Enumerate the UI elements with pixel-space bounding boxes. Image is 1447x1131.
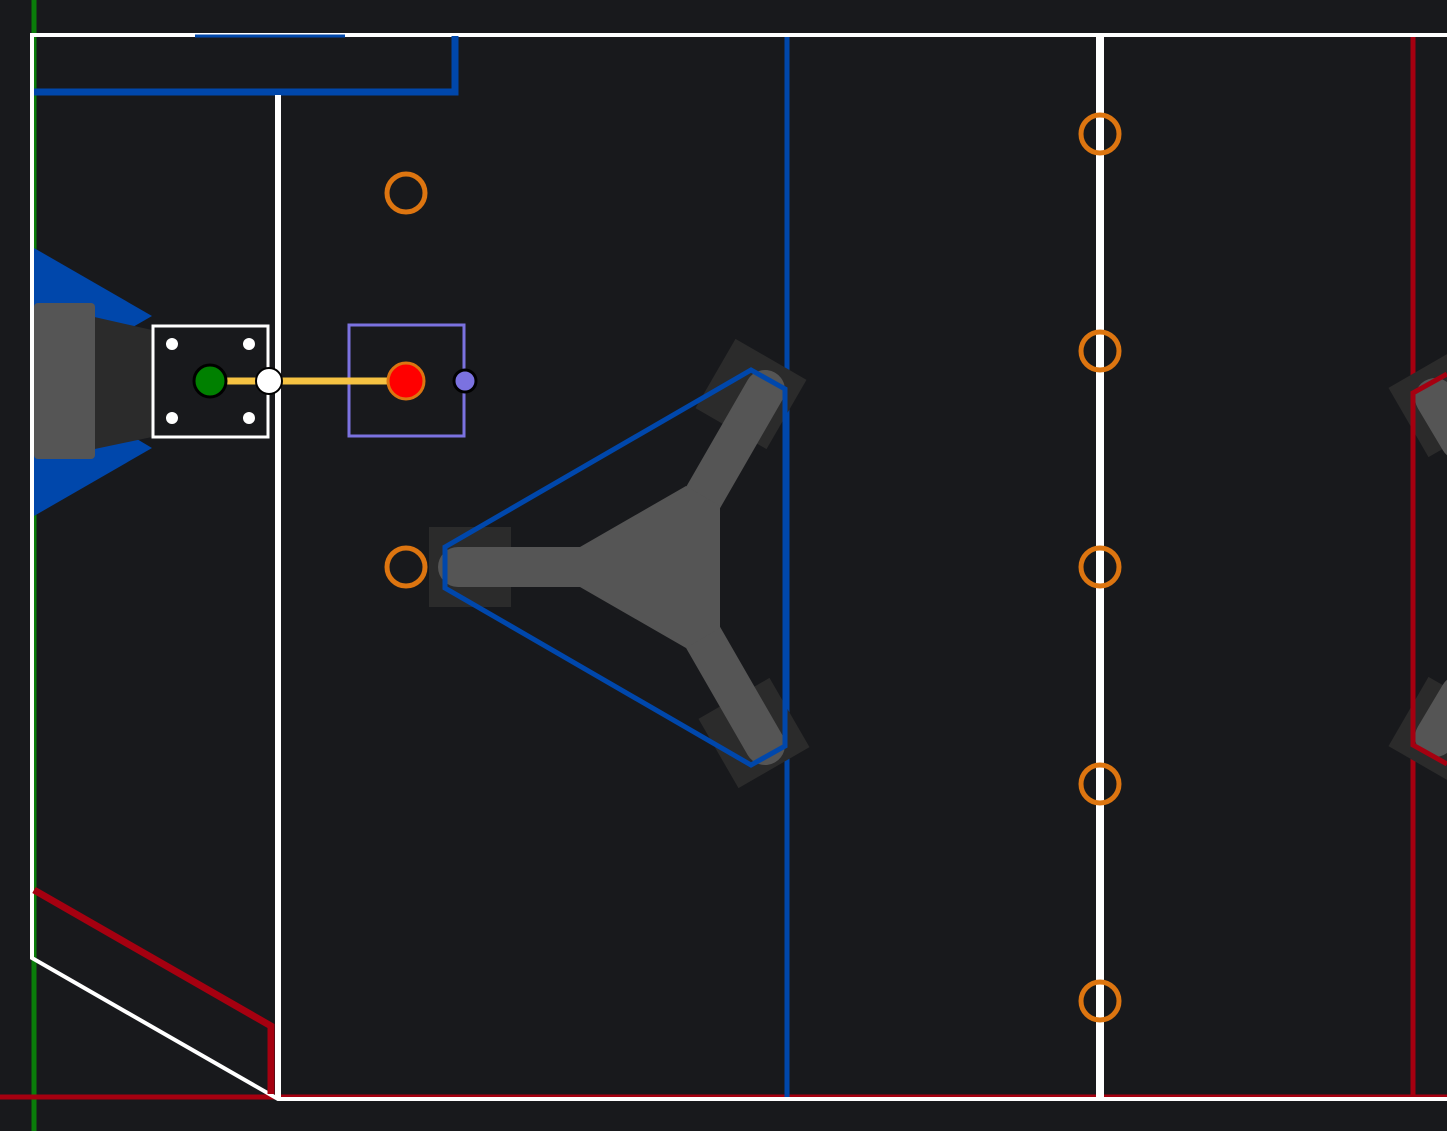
speaker-body	[34, 303, 95, 459]
speaker-subwoofer	[90, 316, 152, 450]
robot-corner-dot	[166, 338, 178, 350]
stage-arm	[1415, 679, 1447, 757]
robot-corner-dot	[243, 412, 255, 424]
start-waypoint[interactable]	[192, 363, 228, 399]
field-background	[0, 0, 1447, 1131]
stage-arm	[1415, 378, 1447, 456]
field-canvas[interactable]	[0, 0, 1447, 1131]
robot-corner-dot	[243, 338, 255, 350]
robot-corner-dot	[166, 412, 178, 424]
heading-handle[interactable]	[452, 368, 478, 394]
mid-waypoint[interactable]	[255, 367, 283, 395]
end-waypoint[interactable]	[386, 361, 426, 401]
